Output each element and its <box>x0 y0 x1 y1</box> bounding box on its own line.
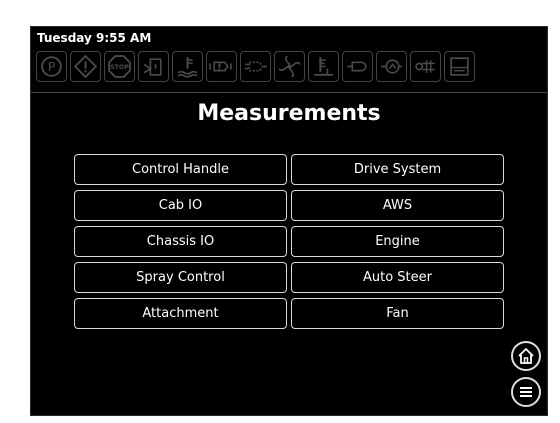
engine-warning-icon <box>206 51 237 82</box>
fan-button[interactable]: Fan <box>291 298 504 329</box>
status-bar: Tuesday 9:55 AM P STOP <box>31 27 547 93</box>
oil-level-icon <box>308 51 339 82</box>
cab-io-button[interactable]: Cab IO <box>74 190 287 221</box>
attachment-button[interactable]: Attachment <box>74 298 287 329</box>
stop-icon: STOP <box>104 51 135 82</box>
hydraulic-oil-icon <box>342 51 373 82</box>
svg-text:P: P <box>48 59 56 74</box>
air-filter-icon <box>410 51 441 82</box>
auto-steer-button[interactable]: Auto Steer <box>291 262 504 293</box>
hydraulic-icon <box>240 51 271 82</box>
page-title: Measurements <box>197 101 381 126</box>
menu-button[interactable] <box>511 377 541 407</box>
fan-speed-icon <box>274 51 305 82</box>
control-handle-button[interactable]: Control Handle <box>74 154 287 185</box>
home-button[interactable] <box>511 341 541 371</box>
drive-system-button[interactable]: Drive System <box>291 154 504 185</box>
aws-button[interactable]: AWS <box>291 190 504 221</box>
menu-icon <box>520 387 532 397</box>
chassis-io-button[interactable]: Chassis IO <box>74 226 287 257</box>
measurement-menu: Control Handle Drive System Cab IO AWS C… <box>74 154 504 329</box>
display-screen: Tuesday 9:55 AM P STOP Measurements Cont… <box>30 26 548 416</box>
telltale-bar: P STOP <box>36 51 475 85</box>
engine-oil-pressure-icon <box>376 51 407 82</box>
spray-control-button[interactable]: Spray Control <box>74 262 287 293</box>
datetime: Tuesday 9:55 AM <box>37 31 152 45</box>
fuel-filter-icon <box>138 51 169 82</box>
warning-icon <box>70 51 101 82</box>
parking-brake-icon: P <box>36 51 67 82</box>
coolant-temp-icon <box>172 51 203 82</box>
tank-icon <box>444 51 475 82</box>
engine-button[interactable]: Engine <box>291 226 504 257</box>
home-icon <box>518 348 534 364</box>
svg-text:STOP: STOP <box>110 64 129 71</box>
